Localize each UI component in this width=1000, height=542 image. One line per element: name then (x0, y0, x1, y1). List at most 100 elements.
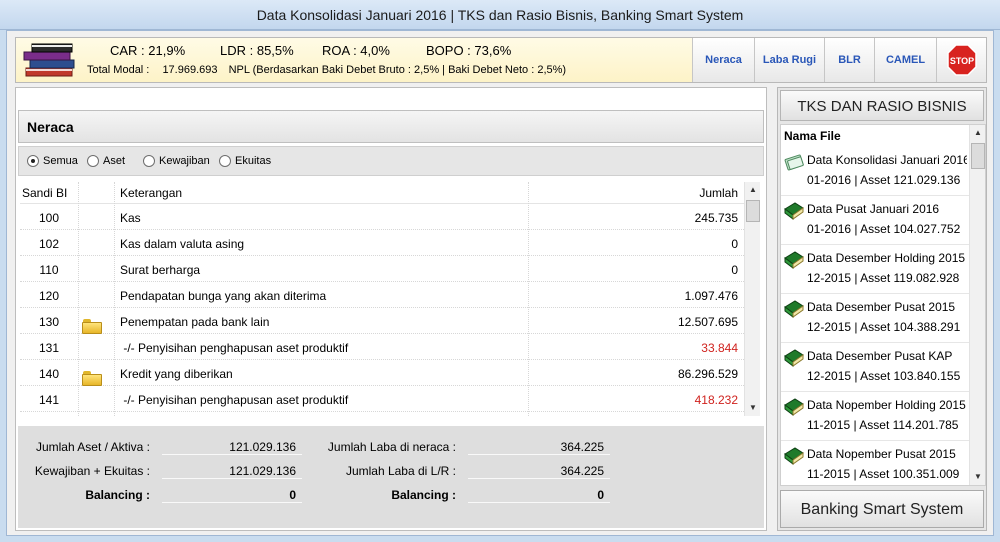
file-name: Data Nopember Pusat 2015 (807, 447, 956, 461)
table-row[interactable]: 110 Surat berharga 0 (20, 256, 744, 282)
bopo-ratio: BOPO : 73,6% (426, 43, 512, 58)
filter-kewajiban[interactable]: Kewajiban (143, 155, 210, 167)
scroll-up-icon[interactable]: ▲ (745, 182, 760, 198)
balancing2-label: Balancing : (391, 488, 456, 502)
book-file-icon (783, 298, 805, 323)
kpi-capital-line: Total Modal : 17.969.693 NPL (Berdasarka… (87, 64, 566, 76)
tab-camel[interactable]: CAMEL (874, 38, 936, 82)
neraca-title: Neraca (18, 110, 764, 143)
table-body: 100 Kas 245.735 102 Kas dalam valuta asing 0 1… (20, 204, 744, 412)
table-row[interactable]: 140 Kredit yang diberikan 86.296.529 (20, 360, 744, 386)
table-row[interactable]: 141 -/- Penyisihan penghapusan aset prod… (20, 386, 744, 412)
laba-neraca-label: Jumlah Laba di neraca : (327, 440, 456, 454)
row-keterangan: Kredit yang diberikan (120, 367, 233, 381)
row-sandi: 131 (38, 341, 60, 355)
row-jumlah: 86.296.529 (677, 367, 738, 381)
row-keterangan: Surat berharga (120, 263, 201, 277)
col-jumlah[interactable]: Jumlah (699, 186, 738, 200)
tab-neraca[interactable]: Neraca (692, 38, 754, 82)
file-item[interactable]: Data Nopember Pusat 2015 11-2015 | Asset … (781, 441, 969, 485)
row-sandi: 100 (38, 211, 60, 225)
scroll-thumb[interactable] (746, 200, 760, 222)
filter-radio-group: Semua Aset Kewajiban Ekuitas (18, 146, 764, 176)
file-item[interactable]: Data Desember Pusat 2015 12-2015 | Asset … (781, 294, 969, 343)
tab-blr[interactable]: BLR (824, 38, 874, 82)
file-list: Nama File Data Konsolidasi Januari 2016 0… (780, 124, 986, 486)
banking-smart-system-button[interactable]: Banking Smart System (780, 490, 984, 528)
totals-panel: Jumlah Aset / Aktiva : 121.029.136 Kewaj… (18, 426, 764, 528)
file-period-asset: 11-2015 | Asset 114.201.785 (807, 418, 959, 432)
filter-ekuitas[interactable]: Ekuitas (219, 155, 271, 167)
filter-kewajiban-label: Kewajiban (159, 155, 210, 167)
file-name: Data Konsolidasi Januari 2016 (807, 153, 967, 167)
kpi-summary-panel: CAR : 21,9% LDR : 85,5% ROA : 4,0% BOPO … (16, 38, 692, 82)
row-keterangan: Penempatan pada bank lain (120, 315, 270, 329)
file-name: Data Desember Pusat KAP (807, 349, 953, 363)
file-period-asset: 01-2016 | Asset 121.029.136 (807, 173, 961, 187)
row-sandi: 110 (39, 263, 59, 277)
scroll-thumb[interactable] (971, 143, 985, 169)
row-keterangan: Pendapatan bunga yang akan diterima (120, 289, 327, 303)
row-sandi: 120 (38, 289, 60, 303)
tab-laba-rugi[interactable]: Laba Rugi (754, 38, 824, 82)
radio-selected-icon (27, 155, 39, 167)
row-jumlah: 0 (731, 263, 738, 277)
filter-aset[interactable]: Aset (87, 155, 125, 167)
col-sandi[interactable]: Sandi BI (22, 186, 67, 200)
balancing2-value: 0 (468, 488, 610, 503)
car-ratio: CAR : 21,9% (110, 43, 186, 58)
file-item[interactable]: Data Konsolidasi Januari 2016 01-2016 | A… (781, 147, 969, 196)
file-item[interactable]: Data Desember Holding 2015 12-2015 | Asse… (781, 245, 969, 294)
table-row[interactable]: 130 Penempatan pada bank lain 12.507.695 (20, 308, 744, 334)
file-period-asset: 11-2015 | Asset 100.351.009 (807, 467, 960, 481)
scroll-down-icon[interactable]: ▼ (745, 400, 760, 416)
file-item[interactable]: Data Pusat Januari 2016 01-2016 | Asset 1… (781, 196, 969, 245)
tks-title-button[interactable]: TKS DAN RASIO BISNIS (780, 90, 984, 121)
consolidation-file-icon (783, 151, 805, 176)
file-list-scrollbar[interactable]: ▲ ▼ (969, 125, 985, 485)
row-sandi: 130 (38, 315, 60, 329)
file-item[interactable]: Data Nopember Holding 2015 11-2015 | Asse… (781, 392, 969, 441)
filter-semua[interactable]: Semua (27, 155, 78, 167)
kpi-header: CAR : 21,9% LDR : 85,5% ROA : 4,0% BOPO … (15, 37, 987, 83)
table-row[interactable]: 120 Pendapatan bunga yang akan diterima 1.… (20, 282, 744, 308)
row-jumlah: 12.507.695 (677, 315, 738, 329)
scroll-up-icon[interactable]: ▲ (970, 125, 985, 141)
row-jumlah: 1.097.476 (684, 289, 738, 303)
book-file-icon (783, 445, 805, 470)
balancing-label: Balancing : (85, 488, 150, 502)
laba-lr-value: 364.225 (468, 464, 610, 479)
book-file-icon (783, 396, 805, 421)
stop-button[interactable]: STOP (936, 38, 986, 82)
balancing-value: 0 (162, 488, 302, 503)
table-row[interactable]: 100 Kas 245.735 (20, 204, 744, 230)
table-row[interactable]: 102 Kas dalam valuta asing 0 (20, 230, 744, 256)
row-sandi: 102 (38, 237, 60, 251)
npl-text: NPL (Berdasarkan Baki Debet Bruto : 2,5%… (228, 64, 567, 76)
tks-sidebar: TKS DAN RASIO BISNIS Nama File Data Kons… (777, 87, 987, 531)
scroll-down-icon[interactable]: ▼ (970, 469, 985, 485)
row-sandi: 140 (38, 367, 60, 381)
radio-icon (143, 155, 155, 167)
window-title: Data Konsolidasi Januari 2016 | TKS dan … (0, 0, 1000, 30)
book-file-icon (783, 347, 805, 372)
file-period-asset: 12-2015 | Asset 119.082.928 (807, 271, 960, 285)
roa-ratio: ROA : 4,0% (322, 43, 390, 58)
filter-semua-label: Semua (43, 155, 78, 167)
row-jumlah: 418.232 (694, 393, 738, 407)
book-file-icon (783, 249, 805, 274)
radio-icon (87, 155, 99, 167)
file-item[interactable]: Data Desember Pusat KAP 12-2015 | Asset 1… (781, 343, 969, 392)
row-jumlah: 33.844 (701, 341, 738, 355)
row-keterangan: -/- Penyisihan penghapusan aset produkti… (120, 393, 349, 407)
table-scrollbar[interactable]: ▲ ▼ (744, 182, 760, 416)
col-keterangan[interactable]: Keterangan (120, 186, 182, 200)
stop-sign-icon: STOP (947, 44, 977, 76)
jumlah-aset-label: Jumlah Aset / Aktiva : (35, 440, 150, 454)
row-jumlah: 0 (731, 237, 738, 251)
table-row[interactable]: 131 -/- Penyisihan penghapusan aset prod… (20, 334, 744, 360)
file-name: Data Nopember Holding 2015 (807, 398, 966, 412)
laba-lr-label: Jumlah Laba di L/R : (345, 464, 456, 478)
book-file-icon (783, 200, 805, 225)
row-keterangan: -/- Penyisihan penghapusan aset produkti… (120, 341, 349, 355)
